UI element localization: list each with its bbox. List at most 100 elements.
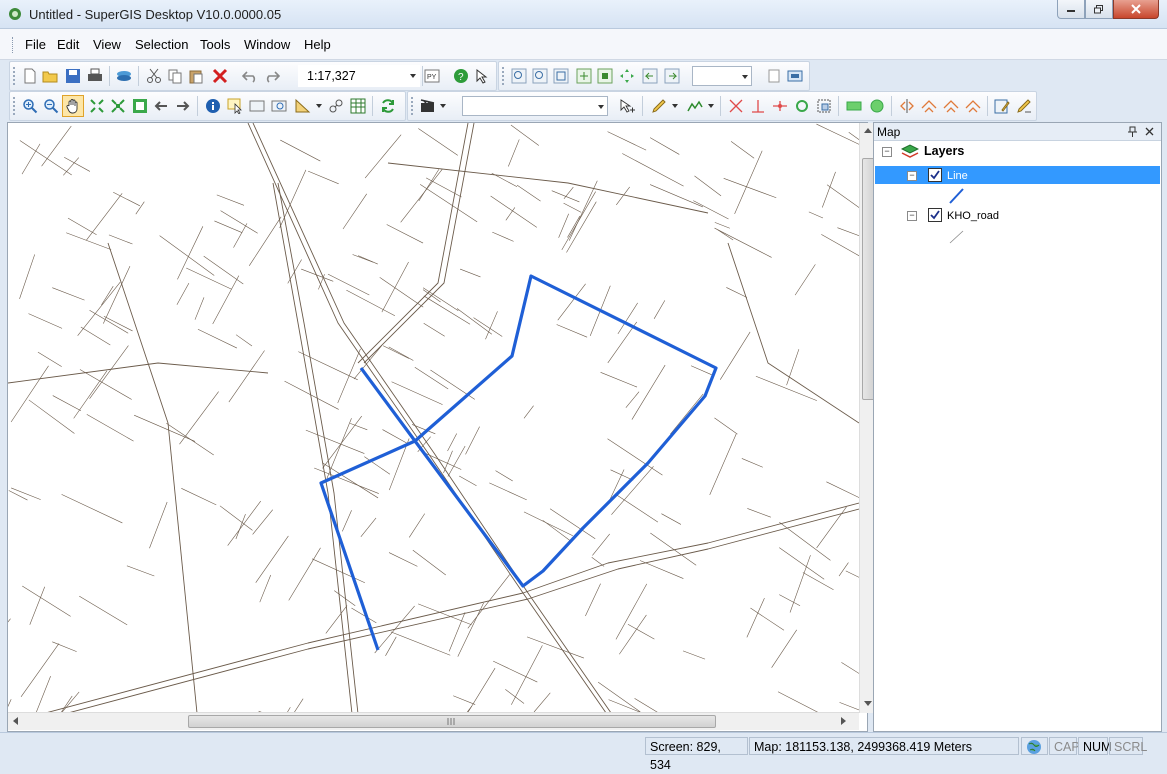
collapse-layer-kho-road-icon[interactable]: − (907, 211, 917, 221)
maximize-button[interactable] (1085, 0, 1113, 19)
road-segment (400, 169, 443, 223)
python-window-icon[interactable]: PY (424, 68, 440, 84)
add-data-icon[interactable] (116, 68, 132, 84)
measure-icon[interactable] (295, 98, 311, 114)
chevron-down-icon[interactable] (672, 104, 678, 108)
delete-icon[interactable] (212, 68, 228, 84)
zoom-in-page-icon[interactable] (511, 68, 527, 84)
map-scale-combobox[interactable]: 1:17,327 (298, 65, 420, 87)
zoom-out-icon[interactable] (43, 98, 59, 114)
zoom-whole-page-icon[interactable] (553, 68, 569, 84)
identify-icon[interactable] (205, 98, 221, 114)
title-bar: Untitled - SuperGIS Desktop V10.0.0000.0… (0, 0, 1167, 29)
zoom-in-icon[interactable] (22, 98, 38, 114)
pin-icon[interactable] (1128, 126, 1137, 137)
horizontal-scroll-thumb[interactable] (188, 715, 716, 728)
chevron-down-icon[interactable] (742, 75, 748, 79)
chevron-down-icon[interactable] (316, 104, 322, 108)
circle-tool-icon[interactable] (869, 98, 885, 114)
redo-icon[interactable] (264, 68, 280, 84)
scroll-left-icon[interactable] (13, 717, 18, 725)
map-canvas[interactable] (8, 123, 859, 712)
whats-this-icon[interactable] (475, 68, 491, 84)
horizontal-scrollbar[interactable] (8, 712, 859, 730)
pan-page-icon[interactable] (619, 68, 635, 84)
refresh-icon[interactable] (380, 98, 396, 114)
previous-extent-page-icon[interactable] (642, 68, 658, 84)
menu-view[interactable]: View (93, 37, 121, 52)
layout-zoom-combobox[interactable] (692, 66, 752, 86)
menu-window[interactable]: Window (244, 37, 290, 52)
attribute-table-icon[interactable] (350, 98, 366, 114)
select-features-icon[interactable] (227, 98, 243, 114)
minimize-button[interactable] (1057, 0, 1085, 19)
mirror-tool-icon[interactable] (899, 98, 915, 114)
attributes-icon[interactable] (994, 98, 1010, 114)
chevron-down-icon[interactable] (598, 105, 604, 109)
save-icon[interactable] (65, 68, 81, 84)
chevron-down-icon[interactable] (410, 74, 416, 78)
move-vertex-icon[interactable] (772, 98, 788, 114)
intersect-tool-icon[interactable] (965, 98, 981, 114)
scroll-right-icon[interactable] (841, 717, 846, 725)
new-document-icon[interactable] (22, 68, 38, 84)
chevron-down-icon[interactable] (708, 104, 714, 108)
previous-extent-icon[interactable] (153, 98, 169, 114)
print-icon[interactable] (87, 68, 103, 84)
trace-tool-icon[interactable] (687, 98, 703, 114)
menu-help[interactable]: Help (304, 37, 331, 52)
fixed-zoom-in-icon[interactable] (89, 98, 105, 114)
layer-row-line[interactable] (875, 166, 1160, 184)
layout-view-icon[interactable] (787, 68, 803, 84)
union-tool-icon[interactable] (943, 98, 959, 114)
close-icon[interactable] (1145, 127, 1154, 136)
zoom-out-page-icon[interactable] (532, 68, 548, 84)
open-folder-icon[interactable] (42, 68, 58, 84)
menu-grip[interactable] (12, 37, 16, 53)
editor-menu-icon[interactable] (420, 98, 436, 114)
pan-button[interactable] (62, 95, 84, 117)
menu-selection[interactable]: Selection (135, 37, 188, 52)
collapse-layers-icon[interactable]: − (882, 147, 892, 157)
copy-icon[interactable] (167, 68, 183, 84)
next-extent-icon[interactable] (175, 98, 191, 114)
road-segment (287, 259, 302, 284)
sketch-tool-icon[interactable] (651, 98, 667, 114)
paste-icon[interactable] (188, 68, 204, 84)
edit-tool-icon[interactable] (619, 98, 635, 114)
layer-visibility-checkbox-line[interactable] (928, 168, 942, 182)
undo-icon[interactable] (242, 68, 258, 84)
close-button[interactable] (1113, 0, 1159, 19)
target-layer-combobox[interactable] (462, 96, 608, 116)
full-extent-icon[interactable] (132, 98, 148, 114)
go-to-xy-icon[interactable] (328, 98, 344, 114)
zoom-100-icon[interactable] (576, 68, 592, 84)
fixed-zoom-out-icon[interactable] (110, 98, 126, 114)
hyperlink-icon[interactable] (249, 98, 265, 114)
rotate-tool-icon[interactable] (794, 98, 810, 114)
sketch-properties-icon[interactable] (1016, 98, 1032, 114)
scale-tool-icon[interactable] (816, 98, 832, 114)
reshape-tool-icon[interactable] (921, 98, 937, 114)
road-segment (248, 216, 282, 266)
insert-vertex-icon[interactable] (750, 98, 766, 114)
collapse-layer-line-icon[interactable]: − (907, 171, 917, 181)
rectangle-tool-icon[interactable] (846, 98, 862, 114)
layer-name-line[interactable]: Line (947, 170, 968, 182)
chevron-down-icon[interactable] (440, 104, 446, 108)
find-icon[interactable] (271, 98, 287, 114)
scroll-down-icon[interactable] (864, 701, 872, 706)
scroll-up-icon[interactable] (864, 128, 872, 133)
menu-file[interactable]: File (25, 37, 46, 52)
help-icon[interactable]: ? (453, 68, 469, 84)
map-view[interactable] (7, 122, 876, 732)
layer-visibility-checkbox-kho-road[interactable] (928, 208, 942, 222)
split-tool-icon[interactable] (728, 98, 744, 114)
fixed-zoom-in-icon[interactable] (597, 68, 613, 84)
page-setup-icon[interactable] (766, 68, 782, 84)
menu-edit[interactable]: Edit (57, 37, 79, 52)
cut-icon[interactable] (146, 68, 162, 84)
layer-name-kho-road[interactable]: KHO_road (947, 210, 999, 222)
menu-tools[interactable]: Tools (200, 37, 230, 52)
next-extent-page-icon[interactable] (664, 68, 680, 84)
